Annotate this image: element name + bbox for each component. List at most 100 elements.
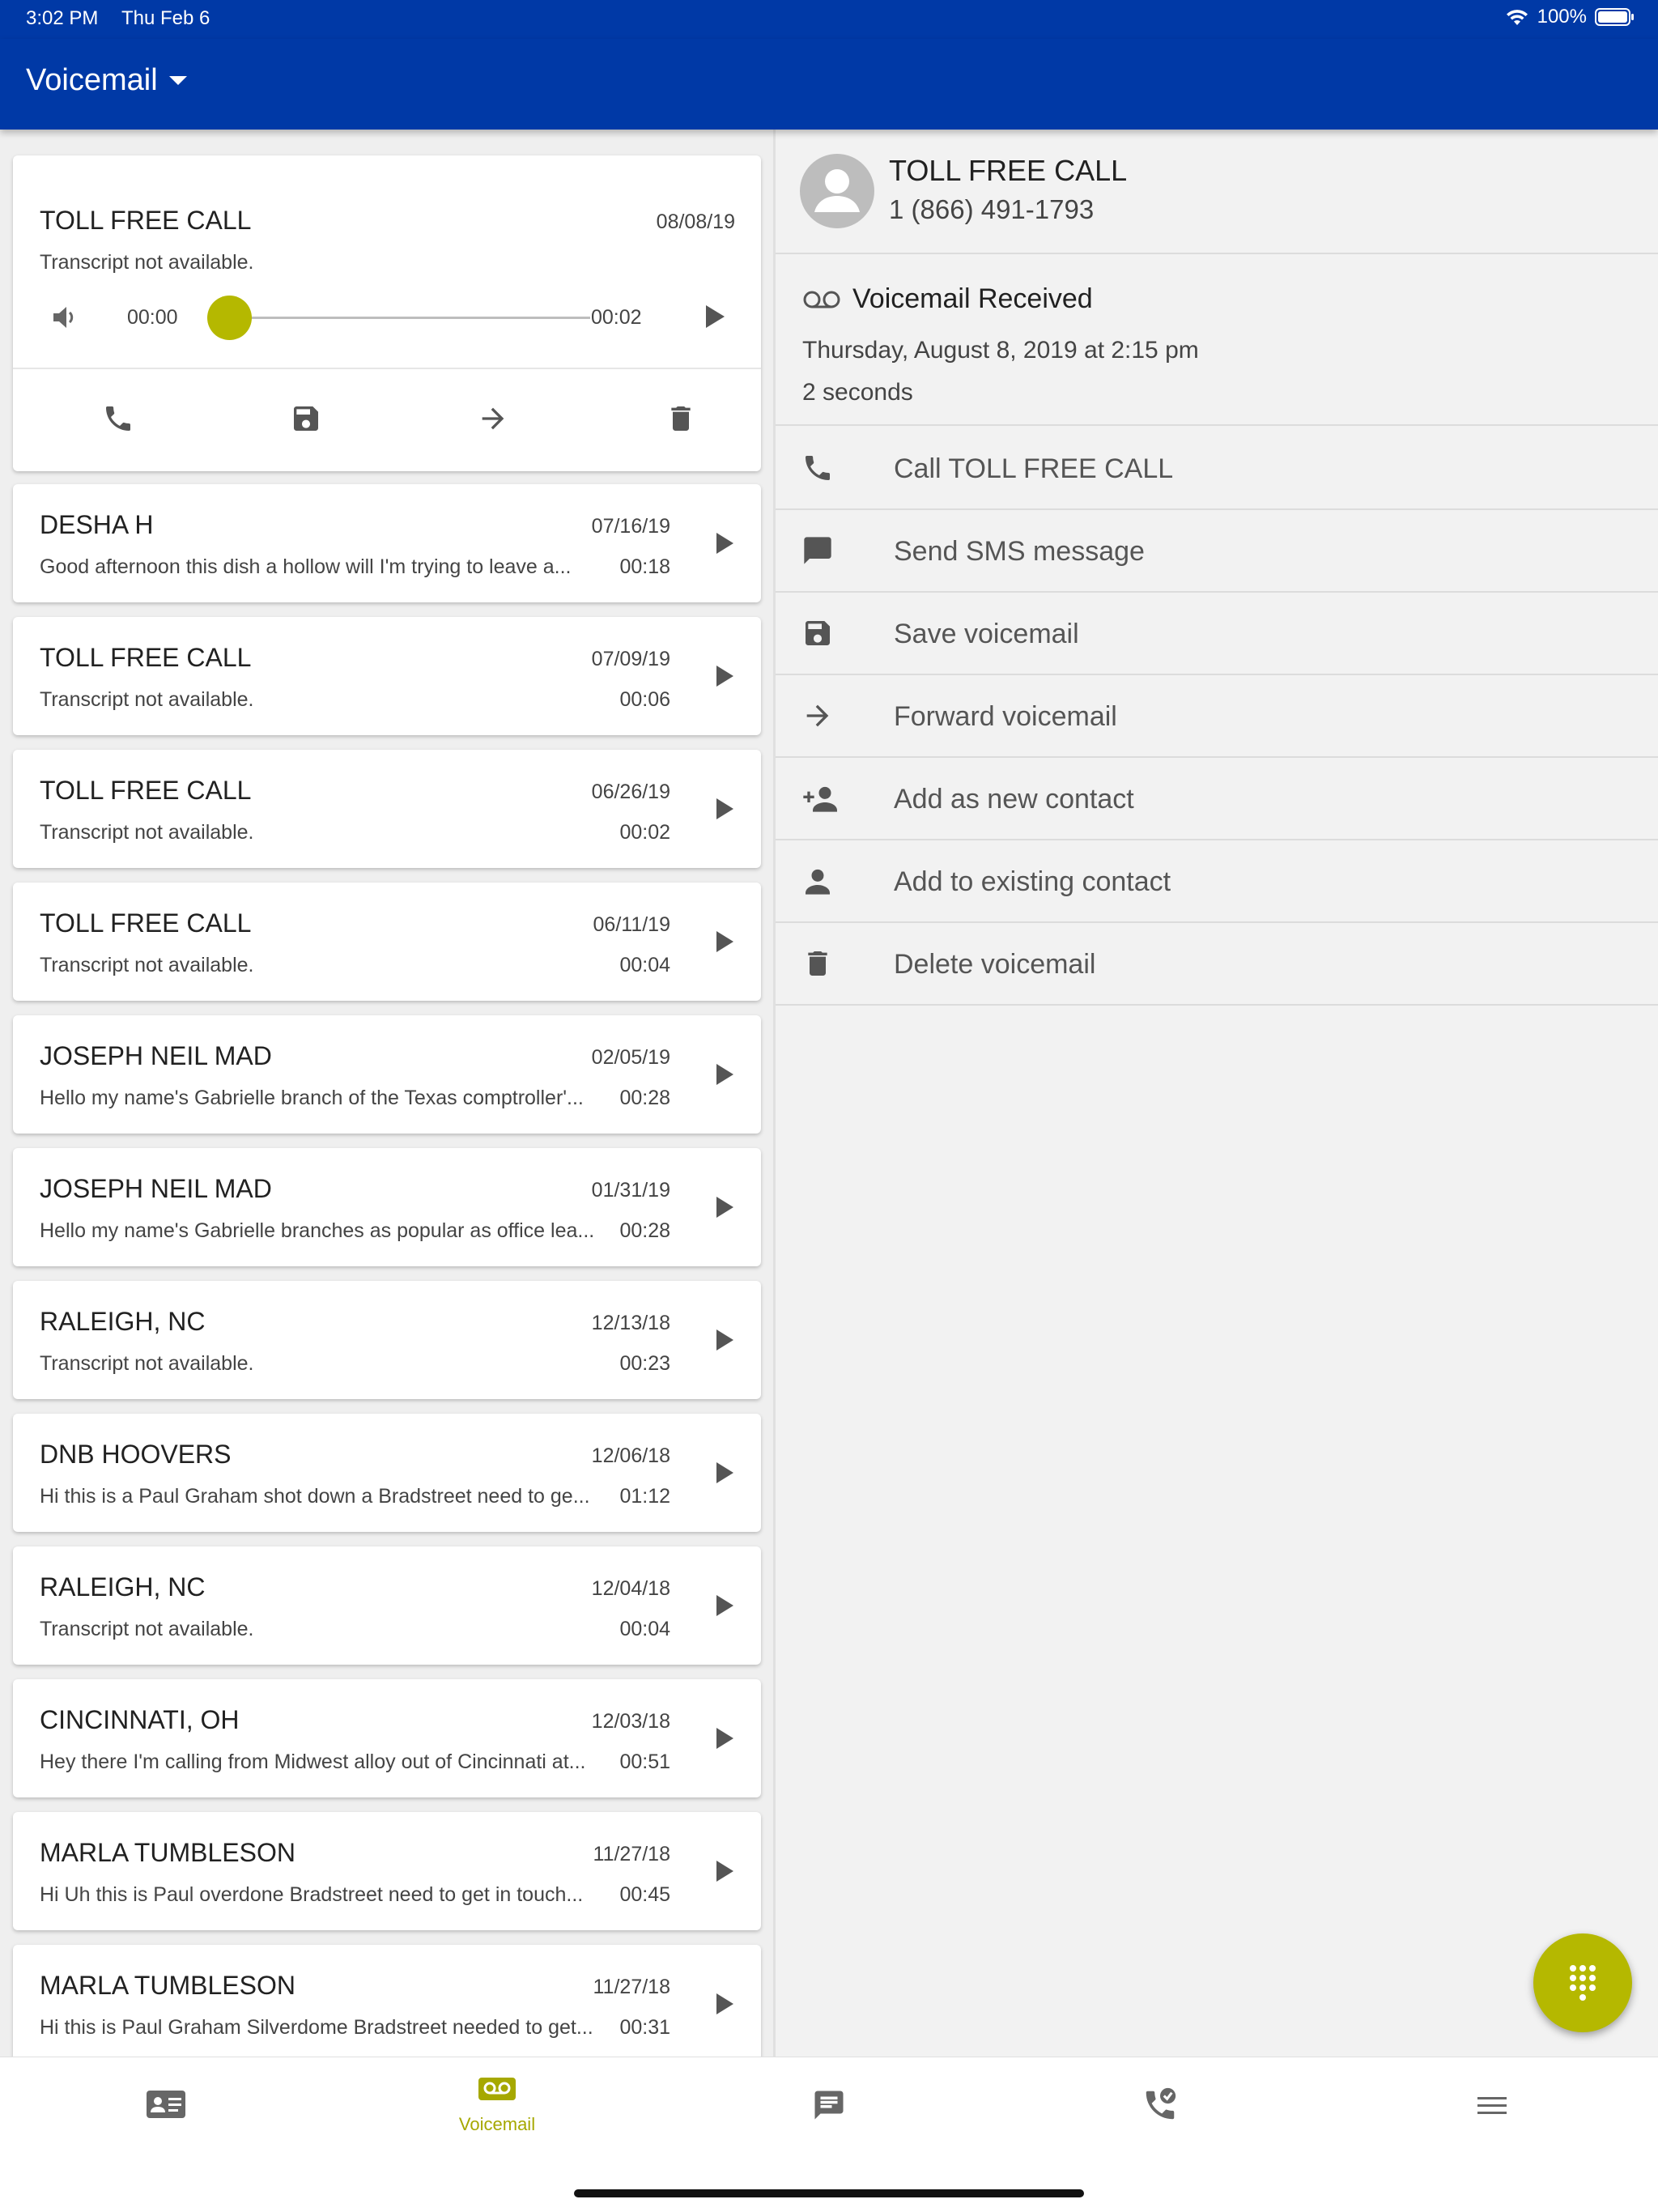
voicemail-transcript: Transcript not available. [40,954,254,976]
playback-slider-track[interactable] [215,317,590,319]
action-label: Call TOLL FREE CALL [894,453,1174,484]
voicemail-card[interactable]: MARLA TUMBLESON 11/27/18 Hi Uh this is P… [13,1812,761,1930]
battery-icon [1595,7,1635,27]
voicemail-caller-name: TOLL FREE CALL [40,206,252,235]
phone-icon [102,402,134,435]
play-button[interactable] [714,1195,735,1219]
forward-voicemail-button[interactable] [461,390,525,447]
add-new-contact-action[interactable]: Add as new contact [776,758,1658,840]
voicemail-card[interactable]: RALEIGH, NC 12/13/18 Transcript not avai… [13,1281,761,1399]
voicemail-date: 01/31/19 [591,1179,670,1202]
save-voicemail-action[interactable]: Save voicemail [776,593,1658,675]
voicemail-duration: 00:18 [619,555,670,578]
voicemail-duration: 00:06 [619,688,670,711]
voicemail-card[interactable]: TOLL FREE CALL 06/26/19 Transcript not a… [13,750,761,868]
voicemail-caller-name: TOLL FREE CALL [40,643,252,672]
contact-header: TOLL FREE CALL 1 (866) 491-1793 [776,130,1658,254]
voicemail-date: 11/27/18 [593,1843,670,1865]
play-button[interactable] [714,1992,735,2016]
play-button[interactable] [714,664,735,688]
phone-icon [801,452,834,484]
play-button[interactable] [714,1593,735,1618]
volume-icon[interactable] [52,304,79,330]
nav-call-history[interactable] [1079,2075,1241,2156]
voicemail-date: 11/27/18 [593,1976,670,1998]
delete-voicemail-action[interactable]: Delete voicemail [776,923,1658,1006]
play-button[interactable] [714,1062,735,1087]
nav-contacts[interactable] [85,2075,247,2156]
forward-arrow-icon [801,700,834,732]
voicemail-card-selected[interactable]: TOLL FREE CALL 08/08/19 Transcript not a… [13,155,761,471]
contact-name: TOLL FREE CALL [889,154,1128,187]
voicemail-list[interactable]: TOLL FREE CALL 08/08/19 Transcript not a… [0,130,773,2057]
action-label: Add as new contact [894,784,1134,815]
voicemail-date: 06/11/19 [593,913,670,936]
nav-menu[interactable] [1411,2075,1573,2156]
voicemail-caller-name: CINCINNATI, OH [40,1705,240,1734]
voicemail-transcript: Hello my name's Gabrielle branch of the … [40,1087,584,1109]
add-existing-contact-action[interactable]: Add to existing contact [776,840,1658,923]
voicemail-card[interactable]: JOSEPH NEIL MAD 02/05/19 Hello my name's… [13,1015,761,1134]
voicemail-duration: 00:02 [619,821,670,844]
play-button[interactable] [714,1461,735,1485]
contact-number: 1 (866) 491-1793 [889,194,1095,224]
voicemail-date: 12/13/18 [591,1312,670,1334]
trash-icon [801,947,834,980]
play-button[interactable] [714,1859,735,1883]
voicemail-date: 07/09/19 [591,648,670,670]
call-back-button[interactable] [86,390,151,447]
voicemail-date: 12/04/18 [591,1577,670,1600]
chat-icon [812,2088,846,2122]
delete-voicemail-button[interactable] [648,390,713,447]
nav-messages[interactable] [748,2075,910,2156]
forward-voicemail-action[interactable]: Forward voicemail [776,675,1658,758]
battery-percent: 100% [1537,6,1587,28]
voicemail-card[interactable]: CINCINNATI, OH 12/03/18 Hey there I'm ca… [13,1679,761,1797]
call-history-icon [1141,2087,1179,2124]
forward-arrow-icon [477,402,509,435]
playback-duration: 00:02 [591,306,642,329]
voicemail-transcript: Hey there I'm calling from Midwest alloy… [40,1750,586,1773]
voicemail-card[interactable]: RALEIGH, NC 12/04/18 Transcript not avai… [13,1546,761,1665]
voicemail-card[interactable]: TOLL FREE CALL 06/11/19 Transcript not a… [13,883,761,1001]
status-right: 100% [1505,6,1635,28]
voicemail-received-datetime: Thursday, August 8, 2019 at 2:15 pm [802,337,1199,364]
voicemail-transcript: Transcript not available. [40,821,254,844]
voicemail-card[interactable]: TOLL FREE CALL 07/09/19 Transcript not a… [13,617,761,735]
voicemail-duration: 00:51 [619,1750,670,1773]
voicemail-caller-name: JOSEPH NEIL MAD [40,1174,272,1203]
voicemail-card[interactable]: JOSEPH NEIL MAD 01/31/19 Hello my name's… [13,1148,761,1266]
nav-voicemail[interactable]: Voicemail [416,2075,578,2156]
play-button[interactable] [714,797,735,821]
voicemail-card[interactable]: MARLA TUMBLESON 11/27/18 Hi this is Paul… [13,1945,761,2057]
voicemail-transcript: Hi Uh this is Paul overdone Bradstreet n… [40,1883,584,1906]
voicemail-card[interactable]: DNB HOOVERS 12/06/18 Hi this is a Paul G… [13,1414,761,1532]
voicemail-transcript: Transcript not available. [40,688,254,711]
send-sms-action[interactable]: Send SMS message [776,510,1658,593]
voicemail-duration: 00:04 [619,1618,670,1640]
save-icon [290,402,322,435]
save-voicemail-button[interactable] [274,390,338,447]
voicemail-transcript: Good afternoon this dish a hollow will I… [40,555,572,578]
call-contact-action[interactable]: Call TOLL FREE CALL [776,428,1658,510]
voicemail-card[interactable]: DESHA H 07/16/19 Good afternoon this dis… [13,484,761,602]
voicemail-length: 2 seconds [802,379,913,406]
dialpad-button[interactable] [1533,1933,1632,2032]
voicemail-date: 02/05/19 [591,1046,670,1069]
playback-slider-thumb[interactable] [207,296,252,340]
play-button[interactable] [714,929,735,954]
play-button[interactable] [714,1726,735,1750]
play-button[interactable] [714,1328,735,1352]
avatar [800,154,874,228]
voicemail-caller-name: DESHA H [40,510,154,539]
dialpad-icon [1567,1963,1599,2002]
view-selector-dropdown[interactable]: Voicemail [26,63,187,98]
play-button[interactable] [714,531,735,555]
contacts-card-icon [146,2090,186,2119]
voicemail-duration: 00:45 [619,1883,670,1906]
action-label: Send SMS message [894,536,1145,567]
wifi-icon [1505,7,1529,27]
voicemail-caller-name: JOSEPH NEIL MAD [40,1041,272,1070]
play-button[interactable] [703,303,727,330]
add-person-icon [801,782,840,815]
